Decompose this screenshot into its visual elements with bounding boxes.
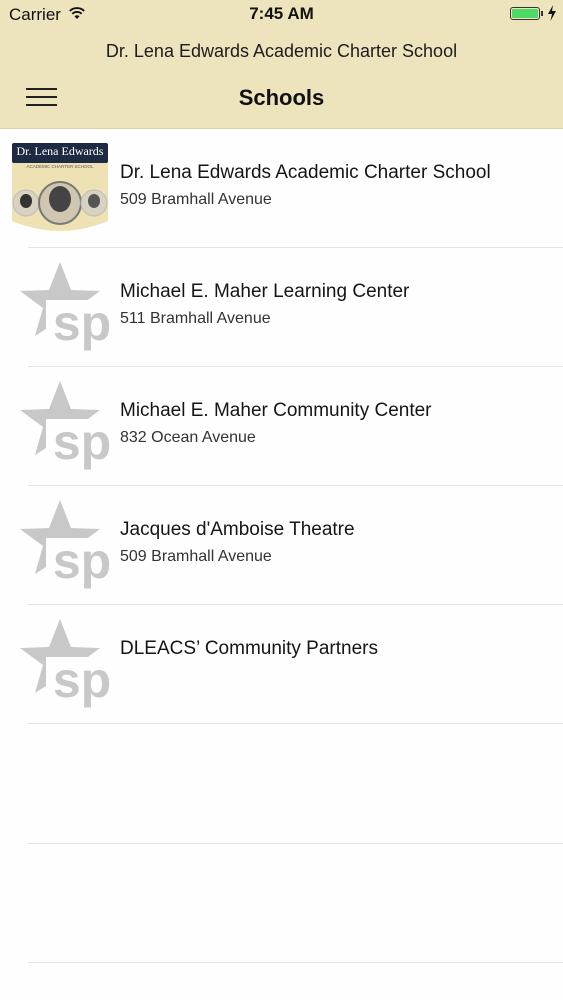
app-title: Dr. Lena Edwards Academic Charter School	[105, 41, 458, 61]
school-address: 509 Bramhall Avenue	[120, 548, 272, 565]
status-time: 7:45 AM	[249, 4, 314, 23]
star-sp-logo-icon: sp	[20, 619, 110, 708]
star-sp-logo-icon: sp	[20, 262, 110, 351]
battery-tip	[541, 11, 543, 16]
school-row[interactable]: sp Jacques d'Amboise Theatre 509 Bramhal…	[0, 486, 563, 605]
logo-text: Dr. Lena Edwards	[17, 144, 104, 158]
star-sp-logo-icon: sp	[20, 500, 110, 589]
school-name: Jacques d'Amboise Theatre	[120, 519, 355, 540]
hamburger-menu-button[interactable]	[22, 82, 62, 112]
page-title: Schools	[238, 85, 325, 110]
school-address: 511 Bramhall Avenue	[120, 310, 271, 327]
school-row[interactable]: sp Michael E. Maher Learning Center 511 …	[0, 248, 563, 367]
row-divider	[28, 723, 563, 724]
row-divider	[28, 962, 563, 963]
school-row[interactable]: sp Michael E. Maher Community Center 832…	[0, 367, 563, 486]
school-name: DLEACS’ Community Partners	[120, 638, 378, 659]
school-name: Michael E. Maher Community Center	[120, 400, 432, 421]
menu-line	[26, 88, 57, 90]
logo-subtext: ACADEMIC CHARTER SCHOOL	[27, 164, 94, 169]
school-row[interactable]: sp DLEACS’ Community Partners	[0, 605, 563, 724]
logo-text: sp	[53, 414, 110, 470]
school-address: 832 Ocean Avenue	[120, 429, 256, 446]
menu-line	[26, 104, 57, 106]
logo-text: sp	[53, 652, 110, 708]
menu-line	[26, 96, 57, 98]
app-header: Carrier 7:45 AM Dr. Lena Edwards Academi…	[0, 0, 563, 129]
school-row[interactable]: Dr. Lena Edwards ACADEMIC CHARTER SCHOOL…	[0, 129, 563, 248]
school-name: Dr. Lena Edwards Academic Charter School	[120, 162, 491, 183]
school-address: 509 Bramhall Avenue	[120, 191, 272, 208]
logo-text: sp	[53, 533, 110, 589]
row-divider	[28, 843, 563, 844]
charging-bolt-icon	[548, 5, 556, 21]
school-name: Michael E. Maher Learning Center	[120, 281, 410, 302]
logo-text: sp	[53, 295, 110, 351]
battery-icon	[510, 7, 540, 20]
school-logo: Dr. Lena Edwards ACADEMIC CHARTER SCHOOL	[12, 143, 108, 231]
star-sp-logo-icon: sp	[20, 381, 110, 470]
status-bar: Carrier 7:45 AM	[0, 0, 563, 30]
